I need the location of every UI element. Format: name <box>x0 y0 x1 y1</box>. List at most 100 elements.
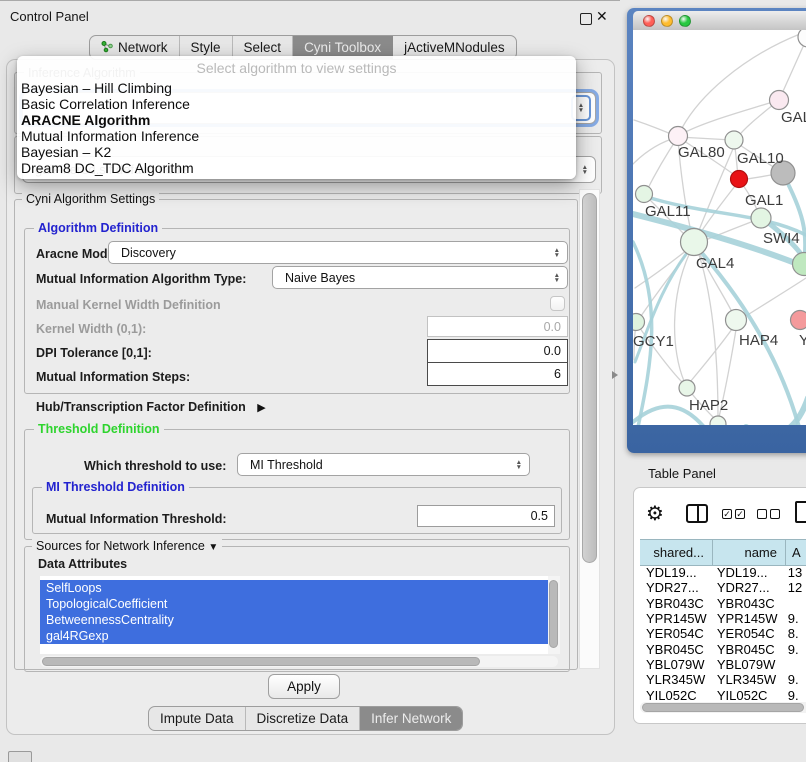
network-node-gal1[interactable] <box>731 171 748 188</box>
aracne-mode-label: Aracne Mode: <box>36 247 119 261</box>
data-attributes-list[interactable]: SelfLoopsTopologicalCoefficientBetweenne… <box>40 576 548 654</box>
node-label: SWI4 <box>763 230 800 247</box>
mi-steps-field[interactable]: 6 <box>427 362 568 386</box>
network-node[interactable] <box>793 253 806 276</box>
table-cell: YBR045C <box>711 642 782 657</box>
network-node-y[interactable] <box>791 311 806 330</box>
column-layout-icon[interactable] <box>686 504 708 523</box>
application-window: Control Panel ✕ NetworkStyleSelectCyni T… <box>0 0 806 762</box>
tab-label: Network <box>118 40 168 55</box>
network-node-gal80[interactable] <box>669 127 688 146</box>
network-node-gal4[interactable] <box>681 229 708 256</box>
combo-arrows-icon: ▲▼ <box>554 248 560 258</box>
network-window-titlebar[interactable] <box>633 11 806 30</box>
attribute-list-item[interactable]: TopologicalCoefficient <box>40 596 548 612</box>
table-row[interactable]: YBR043CYBR043C <box>640 596 806 611</box>
table-column-header[interactable]: name <box>713 540 786 565</box>
mac-minimize-button[interactable] <box>661 15 673 27</box>
attribute-list-item[interactable]: BetweennessCentrality <box>40 612 548 628</box>
network-node-hap2[interactable] <box>679 380 695 396</box>
splitter-handle-icon[interactable] <box>612 371 618 379</box>
manual-kernel-checkbox[interactable] <box>550 296 565 311</box>
algorithm-option[interactable]: Bayesian – K2 <box>17 144 576 160</box>
algorithm-option[interactable]: Basic Correlation Inference <box>17 96 576 112</box>
attributes-vertical-scroll-thumb[interactable] <box>549 580 558 648</box>
table-column-header[interactable]: shared... <box>640 540 713 565</box>
float-window-icon[interactable] <box>580 13 592 25</box>
table-cell: YBL079W <box>711 657 782 672</box>
network-node-gal10[interactable] <box>725 131 743 149</box>
network-node-gal11[interactable] <box>636 186 653 203</box>
table-cell: 13 <box>782 565 806 580</box>
kernel-width-field[interactable]: 0.0 <box>427 316 568 337</box>
bottom-tabbar: Impute DataDiscretize DataInfer Network <box>148 706 463 731</box>
cyni-settings-group-label: Cyni Algorithm Settings <box>22 192 159 206</box>
table-column-header[interactable]: A <box>786 540 806 565</box>
table-row[interactable]: YDL19...YDL19...13 <box>640 565 806 580</box>
algorithm-option[interactable]: Mutual Information Inference <box>17 128 576 144</box>
table-cell: YPR145W <box>640 611 711 626</box>
table-horizontal-scroll-thumb[interactable] <box>642 703 804 712</box>
network-edge[interactable] <box>680 100 779 135</box>
table-cell: YDL19... <box>640 565 711 580</box>
bottom-tab-discretize-data[interactable]: Discretize Data <box>246 707 361 730</box>
which-threshold-combobox[interactable]: MI Threshold ▲▼ <box>237 453 530 476</box>
table-row[interactable]: YBL079WYBL079W <box>640 657 806 672</box>
node-label: HAP4 <box>739 332 778 349</box>
threshold-definition-group-label: Threshold Definition <box>34 422 164 436</box>
mac-zoom-button[interactable] <box>679 15 691 27</box>
algorithm-option[interactable]: Dream8 DC_TDC Algorithm <box>17 160 576 176</box>
attributes-horizontal-scroll-thumb[interactable] <box>42 657 480 666</box>
sources-group-label[interactable]: Sources for Network Inference ▼ <box>32 539 222 553</box>
table-row[interactable]: YDR27...YDR27...12 <box>640 580 806 595</box>
table-row[interactable]: YIL052CYIL052C9. <box>640 687 806 701</box>
combo-arrows-icon: ▲▼ <box>582 165 588 175</box>
network-node-gal[interactable] <box>770 91 789 110</box>
network-node-hap4[interactable] <box>726 310 747 331</box>
table-row[interactable]: YBR045CYBR045C9. <box>640 641 806 656</box>
attribute-list-item[interactable]: SelfLoops <box>40 580 548 596</box>
network-icon <box>101 40 113 56</box>
select-all-checkboxes-icon[interactable]: ✓✓ <box>722 509 745 519</box>
mit-field[interactable]: 0.5 <box>417 505 555 527</box>
deselect-all-checkboxes-icon[interactable] <box>757 509 780 519</box>
network-edge[interactable] <box>746 398 806 425</box>
network-node-gcy1[interactable] <box>633 314 645 331</box>
network-node-swi4[interactable] <box>751 208 771 228</box>
network-graph: GALGAL80GAL10GAL1SWI4GAL11GAL4GCY1HAP4YH… <box>633 30 806 425</box>
node-label: Y <box>799 332 806 349</box>
table-cell: 9. <box>782 611 806 626</box>
network-node[interactable] <box>798 30 806 47</box>
mac-close-button[interactable] <box>643 15 655 27</box>
network-edge[interactable] <box>646 137 678 192</box>
gear-icon[interactable]: ⚙ <box>646 501 664 526</box>
mi-type-label: Mutual Information Algorithm Type: <box>36 272 246 286</box>
table-row[interactable]: YPR145WYPR145W9. <box>640 611 806 626</box>
popup-item-list: Bayesian – Hill ClimbingBasic Correlatio… <box>17 80 576 176</box>
algorithm-option[interactable]: ARACNE Algorithm <box>17 112 576 128</box>
table-row[interactable]: YER054CYER054C8. <box>640 626 806 641</box>
dpi-tolerance-field[interactable]: 0.0 <box>427 339 568 363</box>
close-icon[interactable]: ✕ <box>596 8 608 25</box>
bottom-tab-infer-network[interactable]: Infer Network <box>360 707 462 730</box>
table-row[interactable]: YLR345WYLR345W9. <box>640 672 806 687</box>
network-node[interactable] <box>710 416 726 425</box>
aracne-mode-combobox[interactable]: Discovery ▲▼ <box>108 241 568 264</box>
minimized-panel-icon[interactable] <box>8 751 32 762</box>
expander-right-icon: ▶ <box>257 402 265 414</box>
algorithm-option[interactable]: Bayesian – Hill Climbing <box>17 80 576 96</box>
apply-button[interactable]: Apply <box>268 674 340 699</box>
hub-definition-expander[interactable]: Hub/Transcription Factor Definition ▶ <box>36 400 266 414</box>
network-edge[interactable] <box>780 40 806 98</box>
table-cell: YER054C <box>711 626 782 641</box>
attribute-list-item[interactable]: gal4RGexp <box>40 628 548 644</box>
tab-label: Cyni Toolbox <box>304 40 381 55</box>
network-canvas[interactable]: GALGAL80GAL10GAL1SWI4GAL11GAL4GCY1HAP4YH… <box>633 30 806 425</box>
settings-scroll-thumb[interactable] <box>582 193 597 563</box>
node-label: GAL1 <box>745 192 783 209</box>
mi-type-combobox[interactable]: Naive Bayes ▲▼ <box>272 266 568 289</box>
manual-kernel-label: Manual Kernel Width Definition <box>36 298 221 312</box>
bottom-tab-impute-data[interactable]: Impute Data <box>149 707 246 730</box>
table-cell: YPR145W <box>711 611 782 626</box>
file-icon[interactable] <box>795 501 806 523</box>
